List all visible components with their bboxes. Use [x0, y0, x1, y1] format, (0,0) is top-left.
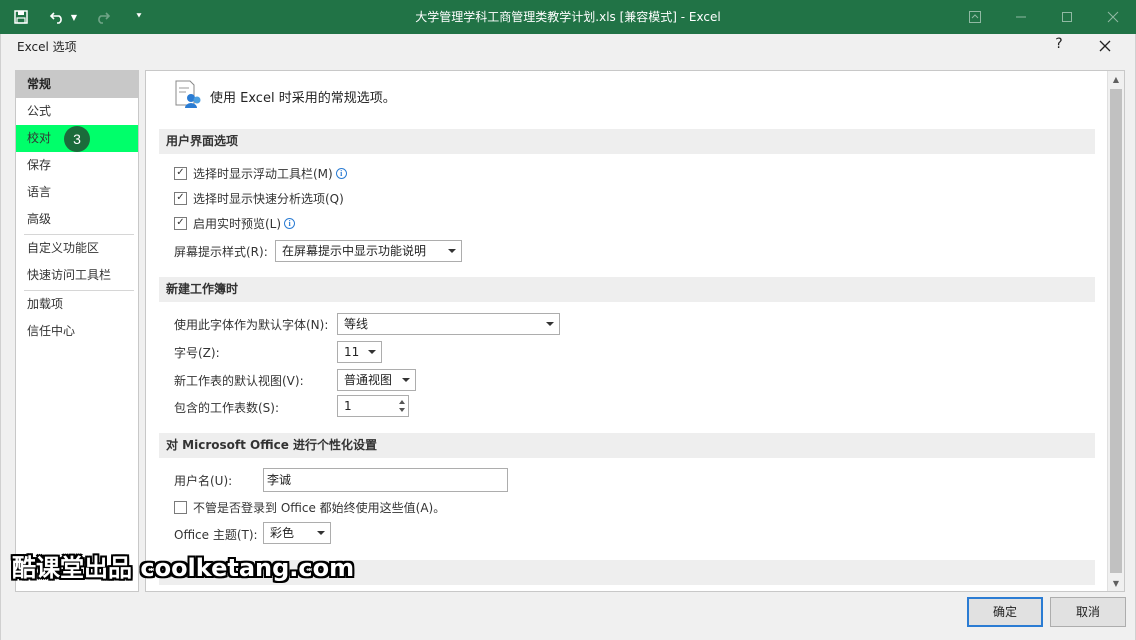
- minimize-icon[interactable]: [998, 0, 1044, 34]
- excel-title-bar: ▼ ⯆ 大学管理学科工商管理类教学计划.xls [兼容模式] - Excel: [0, 0, 1136, 34]
- info-icon[interactable]: i: [335, 167, 347, 179]
- always-use-values-checkbox[interactable]: [174, 500, 187, 514]
- section-new-workbook: 新建工作簿时: [159, 277, 1095, 302]
- show-quick-analysis-checkbox[interactable]: ✓: [174, 191, 187, 205]
- show-quick-analysis-option: ✓ 选择时显示快速分析选项(Q): [174, 187, 344, 209]
- default-view-label: 新工作表的默认视图(V):: [174, 374, 304, 388]
- show-mini-toolbar-checkbox[interactable]: ✓: [174, 166, 187, 180]
- username-input[interactable]: 李诚: [263, 468, 508, 492]
- nav-item-general[interactable]: 常规: [16, 71, 138, 98]
- window-controls: [952, 0, 1136, 34]
- customize-toolbar-icon[interactable]: ⯆: [128, 6, 150, 28]
- nav-item-label: 校对: [27, 131, 52, 145]
- default-view-select[interactable]: 普通视图: [337, 369, 416, 391]
- live-preview-label: 启用实时预览(L): [193, 216, 282, 231]
- scroll-up-icon[interactable]: ▲: [1108, 71, 1124, 87]
- chevron-up-icon[interactable]: [399, 400, 405, 404]
- dialog-title: Excel 选项: [17, 40, 77, 54]
- username-label: 用户名(U):: [174, 474, 233, 488]
- font-size-value: 11: [344, 345, 360, 359]
- intro-header: 使用 Excel 时采用的常规选项。: [172, 79, 396, 113]
- office-theme-value: 彩色: [270, 526, 295, 540]
- font-size-select[interactable]: 11: [337, 341, 382, 363]
- dialog-header: Excel 选项 ?: [1, 34, 1135, 58]
- maximize-icon[interactable]: [1044, 0, 1090, 34]
- close-window-icon[interactable]: [1090, 0, 1136, 34]
- help-icon[interactable]: ?: [1049, 36, 1069, 56]
- watermark-text: 酷课堂出品 coolketang.com: [12, 554, 355, 582]
- default-font-select[interactable]: 等线: [337, 313, 560, 335]
- screentip-style-select[interactable]: 在屏幕提示中显示功能说明: [275, 240, 462, 262]
- chevron-down-icon[interactable]: [399, 408, 405, 412]
- nav-item-quick-access-toolbar[interactable]: 快速访问工具栏: [16, 262, 138, 289]
- cancel-button[interactable]: 取消: [1050, 597, 1126, 627]
- show-quick-analysis-label: 选择时显示快速分析选项(Q): [193, 191, 344, 206]
- nav-item-trust-center[interactable]: 信任中心: [16, 318, 138, 345]
- always-use-values-option: 不管是否登录到 Office 都始终使用这些值(A)。: [174, 496, 445, 518]
- show-mini-toolbar-label: 选择时显示浮动工具栏(M): [193, 166, 333, 181]
- content-scrollbar[interactable]: ▲ ▼: [1107, 71, 1124, 591]
- redo-icon: [92, 6, 114, 28]
- live-preview-option: ✓ 启用实时预览(L) i: [174, 212, 296, 234]
- options-nav: 常规 公式 校对 3 保存 语言 高级 自定义功能区 快速访问工具栏 加载项 信…: [15, 70, 139, 592]
- general-settings-icon: [172, 79, 202, 113]
- sheet-count-value: 1: [344, 399, 352, 413]
- nav-item-formulas[interactable]: 公式: [16, 98, 138, 125]
- default-font-label: 使用此字体作为默认字体(N):: [174, 318, 329, 332]
- office-theme-label: Office 主题(T):: [174, 528, 258, 542]
- section-ui-options: 用户界面选项: [159, 129, 1095, 154]
- nav-item-advanced[interactable]: 高级: [16, 206, 138, 233]
- general-options-panel: 使用 Excel 时采用的常规选项。 用户界面选项 ✓ 选择时显示浮动工具栏(M…: [145, 70, 1125, 592]
- nav-item-save[interactable]: 保存: [16, 152, 138, 179]
- chevron-down-icon: [546, 322, 554, 326]
- nav-item-customize-ribbon[interactable]: 自定义功能区: [16, 235, 138, 262]
- default-font-value: 等线: [344, 317, 369, 331]
- undo-icon[interactable]: [46, 6, 68, 28]
- info-icon[interactable]: i: [284, 217, 296, 229]
- chevron-down-icon: [448, 249, 456, 253]
- font-size-label: 字号(Z):: [174, 346, 220, 360]
- chevron-down-icon: [317, 531, 325, 535]
- nav-item-language[interactable]: 语言: [16, 179, 138, 206]
- save-icon[interactable]: [10, 6, 32, 28]
- quick-access-toolbar: ▼ ⯆: [10, 0, 150, 34]
- scroll-down-icon[interactable]: ▼: [1108, 575, 1124, 591]
- ribbon-display-icon[interactable]: [952, 0, 998, 34]
- nav-item-addins[interactable]: 加载项: [16, 291, 138, 318]
- default-view-value: 普通视图: [344, 373, 393, 387]
- chevron-down-icon[interactable]: ▼: [70, 6, 78, 28]
- office-theme-select[interactable]: 彩色: [263, 522, 331, 544]
- section-personalize: 对 Microsoft Office 进行个性化设置: [159, 433, 1095, 458]
- intro-text: 使用 Excel 时采用的常规选项。: [210, 90, 396, 106]
- ok-button[interactable]: 确定: [967, 597, 1043, 627]
- always-use-values-label: 不管是否登录到 Office 都始终使用这些值(A)。: [193, 500, 446, 515]
- chevron-down-icon: [402, 378, 410, 382]
- chevron-down-icon: [368, 350, 376, 354]
- nav-item-proofing[interactable]: 校对 3: [16, 125, 138, 152]
- live-preview-checkbox[interactable]: ✓: [174, 216, 187, 230]
- screentip-style-value: 在屏幕提示中显示功能说明: [282, 244, 427, 258]
- step-badge: 3: [64, 126, 90, 152]
- screentip-style-label: 屏幕提示样式(R):: [174, 245, 268, 259]
- scrollbar-thumb[interactable]: [1110, 89, 1122, 573]
- close-icon[interactable]: [1095, 36, 1115, 56]
- sheet-count-stepper[interactable]: 1: [337, 395, 409, 417]
- show-mini-toolbar-option: ✓ 选择时显示浮动工具栏(M) i: [174, 162, 347, 184]
- sheet-count-label: 包含的工作表数(S):: [174, 401, 280, 415]
